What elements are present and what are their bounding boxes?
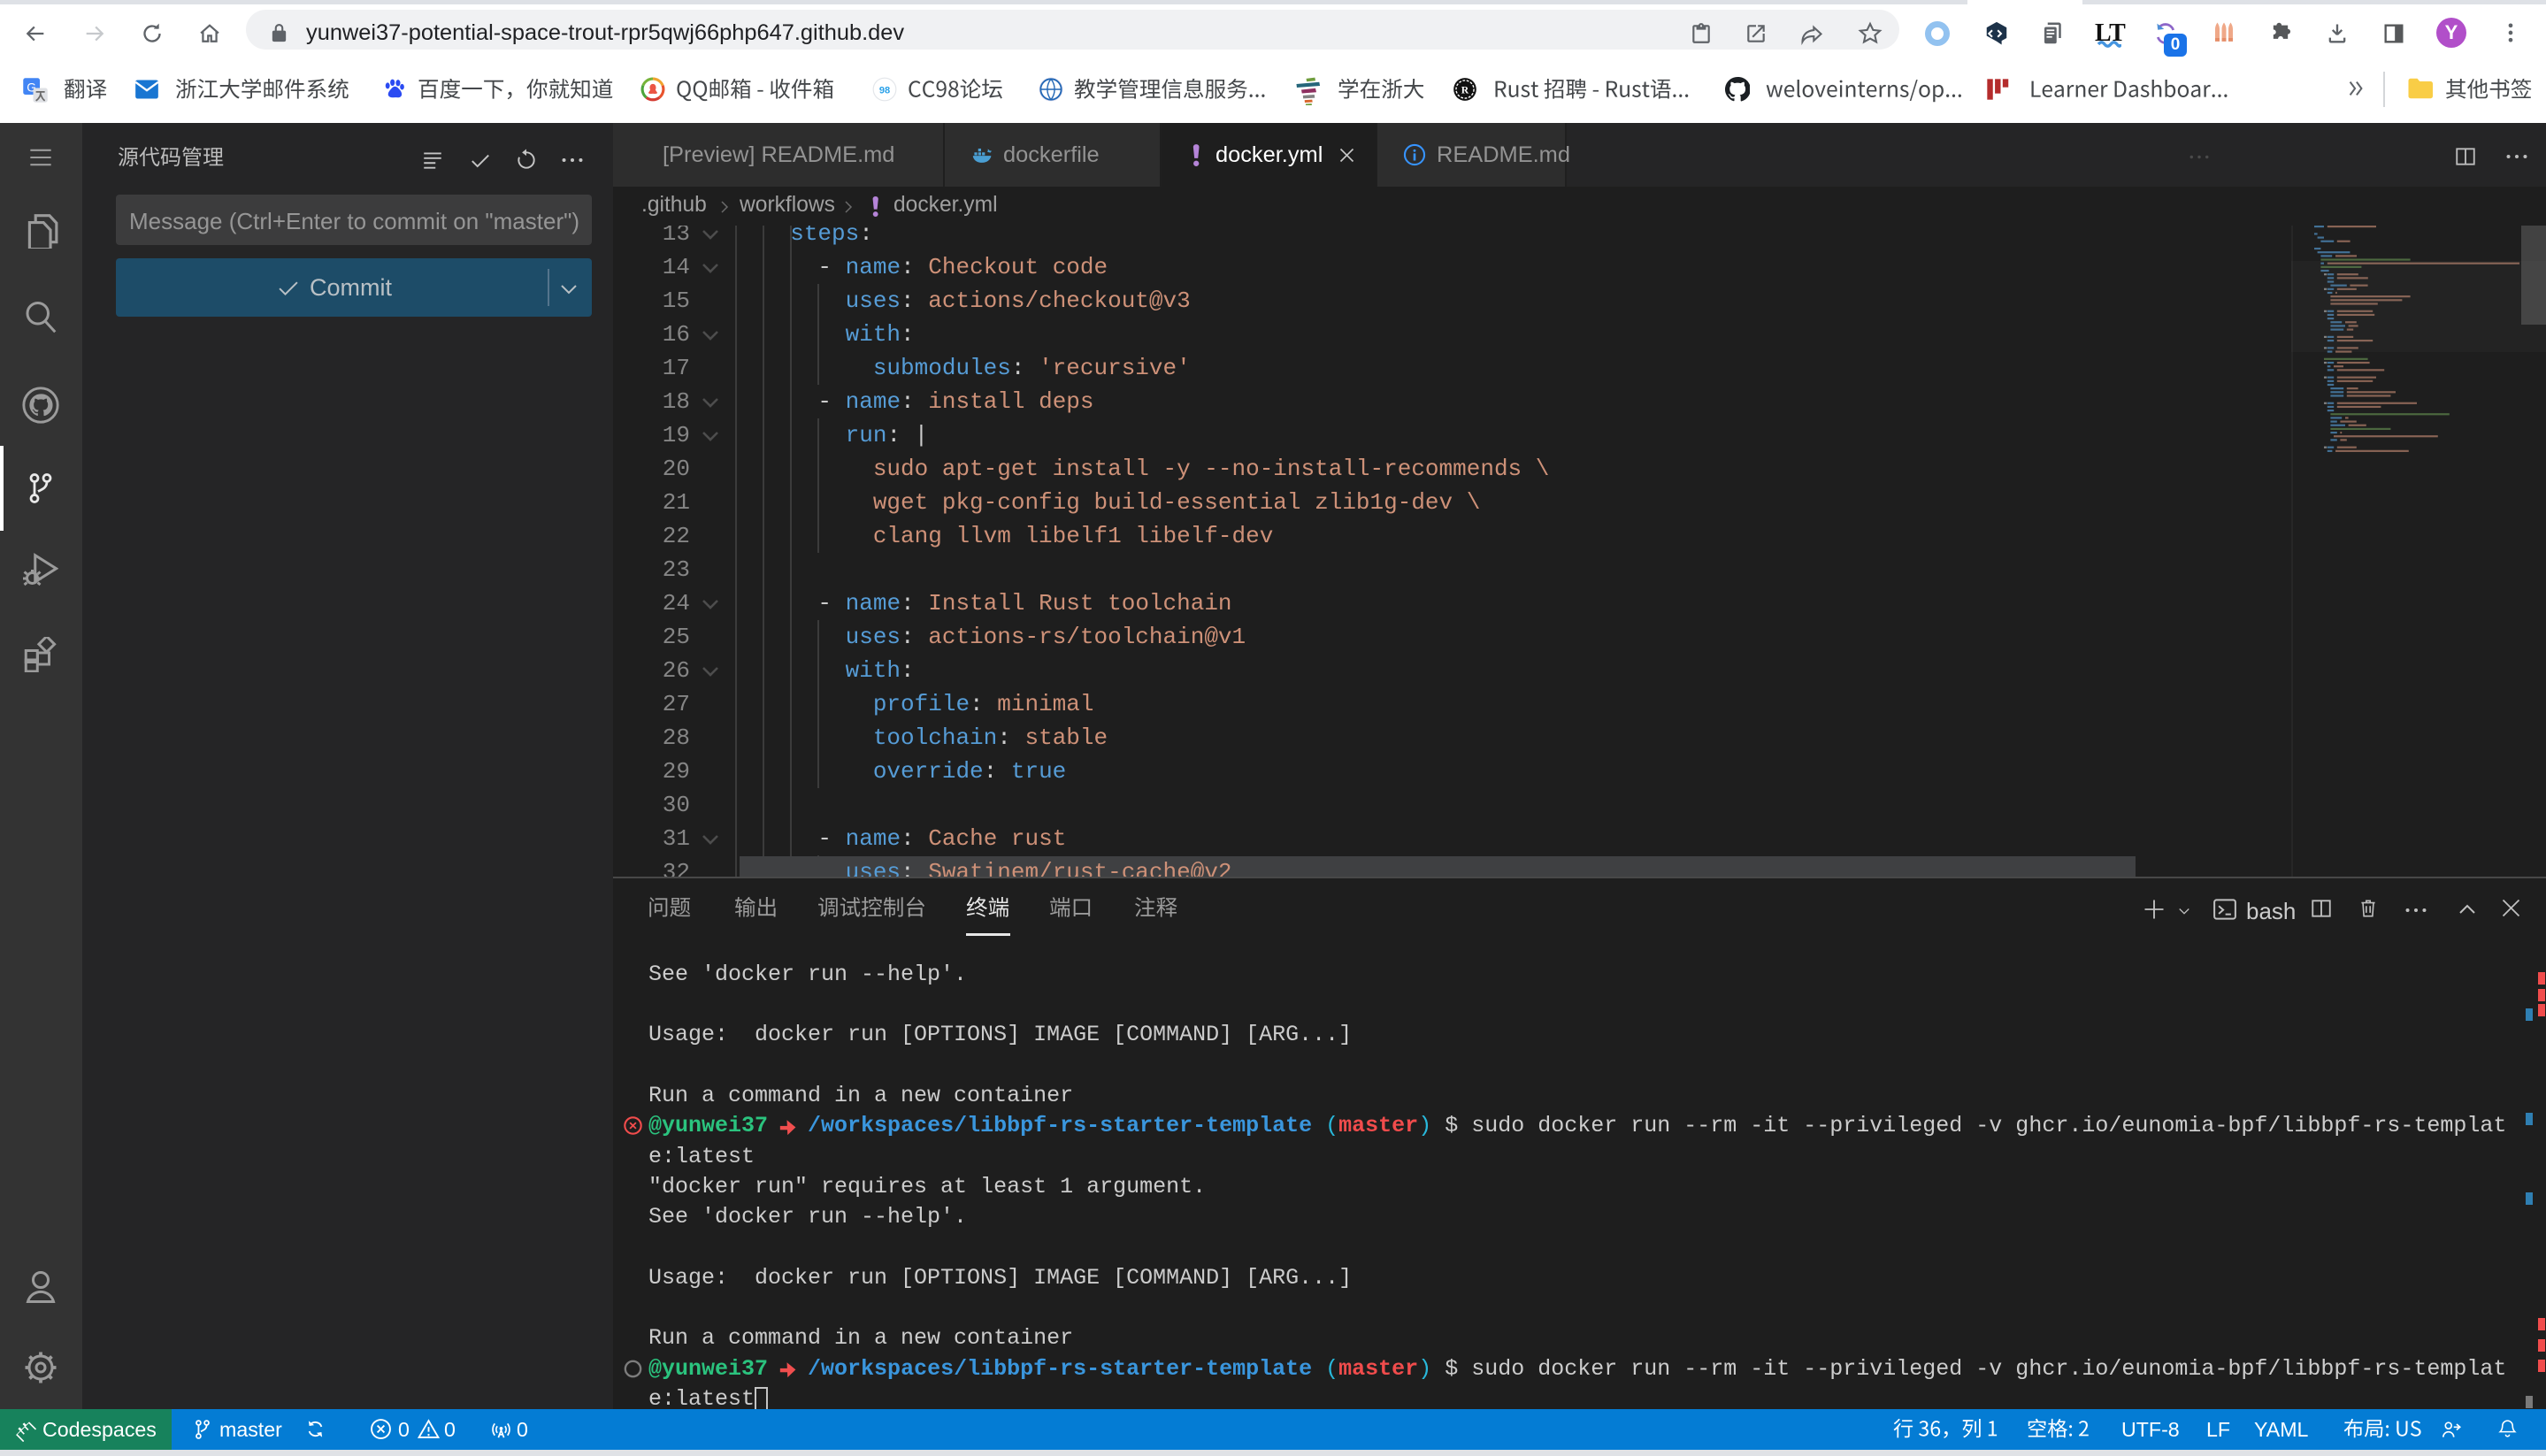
svg-text:98: 98 [879, 86, 890, 96]
svg-text:R: R [1461, 85, 1469, 96]
